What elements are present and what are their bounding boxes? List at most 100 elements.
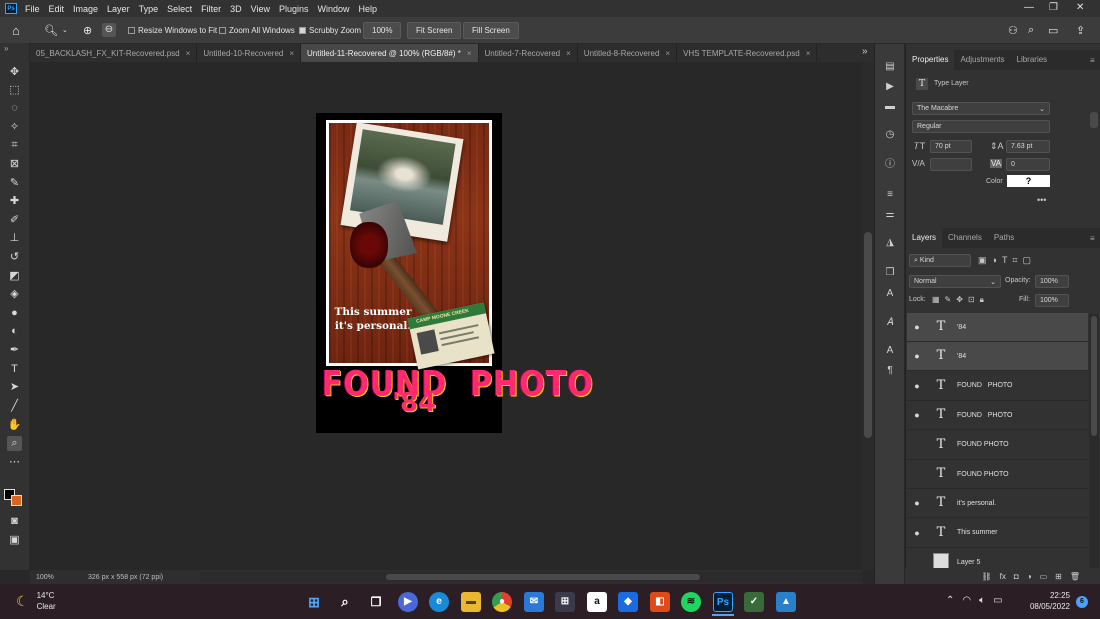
tab-backlash-fx-kit[interactable]: 05_BACKLASH_FX_KIT-Recovered.psd × [30,44,198,62]
history-icon[interactable]: ◷ [883,128,897,142]
hand-tool-icon[interactable]: ✋ [7,418,22,433]
search-icon[interactable]: ⌕ [1028,24,1034,37]
windows-start-icon[interactable]: ⊞ [304,592,324,612]
pen-tool-icon[interactable]: ✒ [7,343,22,358]
info-icon[interactable]: ⓘ [883,158,897,172]
menu-window[interactable]: Window [318,4,350,14]
layer-name[interactable]: Layer 5 [957,559,980,566]
minimize-icon[interactable]: — [1024,2,1034,13]
chrome-icon[interactable]: ● [492,592,512,612]
history-panel-icon[interactable]: ▤ [883,60,897,74]
delete-layer-icon[interactable]: 🗑︎ [1070,572,1080,581]
zoom-all-windows-checkbox[interactable]: Zoom All Windows [219,26,295,35]
wifi-icon[interactable]: ◠ [962,595,971,606]
background-color-swatch[interactable] [11,495,22,506]
frame-tool-icon[interactable]: ⊠ [7,157,22,172]
visibility-eye-icon[interactable]: ● [907,410,927,420]
panel-menu-icon[interactable]: ≡ [1090,56,1095,65]
close-icon[interactable]: × [289,49,294,58]
zoom-in-icon[interactable]: ⊕ [83,24,92,37]
quick-mask-icon[interactable]: ◙ [7,514,22,529]
fx-icon[interactable]: fx [1000,572,1006,581]
adjustment-layer-icon[interactable]: ◑ [1027,572,1032,581]
path-select-icon[interactable]: ➤ [7,380,22,395]
character-styles-icon[interactable]: A [883,344,897,358]
menu-3d[interactable]: 3D [230,4,242,14]
close-icon[interactable]: × [665,49,670,58]
visibility-eye-icon[interactable]: ● [907,381,927,391]
menu-type[interactable]: Type [139,4,159,14]
menu-image[interactable]: Image [73,4,98,14]
zoom-app-icon[interactable]: ▶ [398,592,418,612]
tab-untitled-11[interactable]: Untitled-11-Recovered @ 100% (RGB/8#) * × [301,44,479,62]
menu-file[interactable]: File [25,4,40,14]
new-layer-icon[interactable]: ⊞ [1055,572,1062,581]
checkmark-app-icon[interactable]: ✓ [744,592,764,612]
tracking-field[interactable]: 0 [1006,158,1050,171]
line-tool-icon[interactable]: ╱ [7,399,22,414]
layer-filter-icons[interactable]: ▣◑T⌗▢ [978,255,1036,266]
tab-channels[interactable]: Channels [942,228,988,248]
font-size-field[interactable]: 70 pt [930,140,972,153]
panel-menu-icon[interactable]: ≡ [1090,234,1095,243]
chevron-down-icon[interactable]: ⌄ [62,26,68,34]
file-explorer-icon[interactable]: ▬ [461,592,481,612]
restore-icon[interactable]: ❐ [1049,2,1058,13]
scrubby-zoom-checkbox[interactable]: Scrubby Zoom [299,26,361,35]
magic-wand-tool-icon[interactable]: ✧ [7,120,22,135]
blur-tool-icon[interactable]: ● [7,306,22,321]
close-icon[interactable]: × [467,49,472,58]
layer-name[interactable]: it's personal. [957,500,996,507]
layer-name[interactable]: FOUND PHOTO [957,441,1009,448]
tab-paths[interactable]: Paths [988,228,1020,248]
more-options-icon[interactable]: ••• [1037,195,1046,205]
visibility-eye-icon[interactable]: ● [907,557,927,567]
clone-source-icon[interactable]: ◮ [883,236,897,250]
menu-plugins[interactable]: Plugins [279,4,309,14]
horizontal-scroll-thumb[interactable] [386,574,700,580]
zoom-out-icon[interactable]: ⊖ [102,23,116,37]
move-tool-icon[interactable]: ✥ [7,65,22,80]
crop-tool-icon[interactable]: ⌗ [7,138,22,153]
healing-brush-icon[interactable]: ✚ [7,194,22,209]
layer-row[interactable]: ● T '84 [907,313,1088,342]
volume-icon[interactable]: 🔈︎ [979,595,985,606]
lasso-tool-icon[interactable]: ◌ [7,101,22,116]
tab-untitled-8[interactable]: Untitled-8-Recovered × [578,44,678,62]
screen-mode-icon[interactable]: ▣ [7,533,22,548]
layer-filter-select[interactable]: ⌕ Kind [909,254,971,267]
brush-tool-icon[interactable]: ✐ [7,213,22,228]
menu-filter[interactable]: Filter [201,4,221,14]
dropbox-icon[interactable]: ◆ [618,592,638,612]
search-icon[interactable]: ⌕ [335,592,355,612]
zoom-value-field[interactable]: 100% [363,22,402,39]
close-icon[interactable]: × [186,49,191,58]
layer-row[interactable]: ● T FOUND PHOTO [907,460,1088,489]
zoom-tool-active-icon[interactable]: ⌕ [7,436,22,451]
close-icon[interactable]: × [566,49,571,58]
mail-icon[interactable]: ✉ [524,592,544,612]
photos-icon[interactable]: ▲ [776,592,796,612]
spotify-icon[interactable]: ≋ [681,592,701,612]
layer-name[interactable]: '84 [957,353,966,360]
tab-libraries[interactable]: Libraries [1011,50,1054,70]
chevron-up-icon[interactable]: ⌃ [946,595,954,606]
kerning-field[interactable] [930,158,972,171]
cube-icon[interactable]: ❒ [883,266,897,280]
clone-stamp-icon[interactable]: ⊥ [7,231,22,246]
tab-layers[interactable]: Layers [906,228,943,248]
font-style-select[interactable]: Regular [912,120,1050,133]
font-family-select[interactable]: The Macabre ⌄ [912,102,1050,115]
more-tabs-icon[interactable]: » [862,46,868,57]
clock[interactable]: 22:25 08/05/2022 [1020,590,1070,612]
visibility-eye-icon[interactable]: ● [907,440,927,450]
layer-name[interactable]: FOUND PHOTO [957,471,1009,478]
color-swatch[interactable]: ? [1007,175,1050,187]
tab-properties[interactable]: Properties [906,50,955,70]
marquee-tool-icon[interactable]: ⬚ [7,83,22,98]
resize-windows-checkbox[interactable]: Resize Windows to Fit [128,26,217,35]
tab-untitled-7[interactable]: Untitled-7-Recovered × [479,44,578,62]
glyphs-icon[interactable]: A [883,287,897,301]
timeline-icon[interactable]: ▬ [883,100,897,114]
share-icon[interactable]: ⚇ [1008,24,1018,37]
